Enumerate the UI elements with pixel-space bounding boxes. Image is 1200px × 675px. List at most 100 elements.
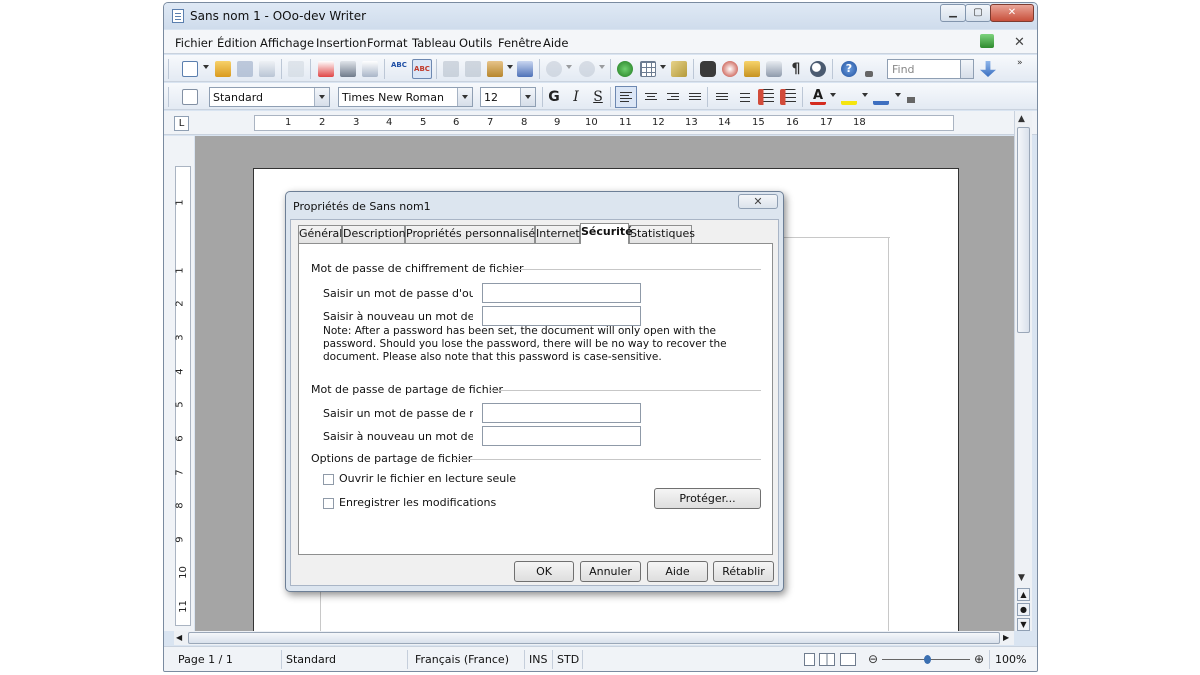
font-color-dropdown-arrow[interactable] bbox=[830, 93, 836, 97]
show-draw-functions-icon[interactable] bbox=[671, 61, 687, 77]
redo-icon[interactable] bbox=[579, 61, 595, 77]
vertical-ruler[interactable]: 1 1 2 3 4 5 6 7 8 9 10 11 bbox=[175, 166, 191, 626]
background-color-dropdown-arrow[interactable] bbox=[895, 93, 901, 97]
styles-formatting-icon[interactable] bbox=[182, 89, 198, 105]
scroll-right-icon[interactable]: ▶ bbox=[1003, 633, 1009, 642]
undo-icon[interactable] bbox=[546, 61, 562, 77]
increase-indent-icon[interactable] bbox=[780, 89, 796, 105]
menu-aide[interactable]: Aide bbox=[543, 36, 568, 50]
help-icon[interactable]: ? bbox=[841, 61, 857, 77]
scroll-up-icon[interactable]: ▲ bbox=[1018, 114, 1025, 124]
hyperlink-icon[interactable] bbox=[617, 61, 633, 77]
help-button[interactable]: Aide bbox=[647, 561, 708, 582]
menu-tableau[interactable]: Tableau bbox=[412, 36, 456, 50]
scroll-thumb[interactable] bbox=[1017, 127, 1030, 333]
next-page-icon[interactable]: ▼ bbox=[1017, 618, 1030, 631]
tab-custom-properties[interactable]: Propriétés personnalisées bbox=[405, 225, 548, 243]
find-next-icon[interactable] bbox=[980, 61, 996, 77]
confirm-modify-password-input[interactable] bbox=[482, 426, 641, 446]
redo-dropdown-arrow[interactable] bbox=[599, 65, 605, 69]
autospellcheck-icon[interactable]: ABC bbox=[412, 59, 432, 79]
paragraph-style-select[interactable]: Standard bbox=[209, 87, 330, 107]
horizontal-ruler[interactable]: 1 2 3 4 5 6 7 8 9 10 11 12 13 14 15 16 1… bbox=[254, 115, 954, 131]
new-dropdown-arrow[interactable] bbox=[203, 65, 209, 69]
cut-icon[interactable] bbox=[443, 61, 459, 77]
zoom-slider-thumb[interactable] bbox=[924, 655, 931, 664]
toolbar-more-icon[interactable]: » bbox=[1017, 58, 1023, 68]
underline-button[interactable]: S bbox=[588, 87, 608, 107]
save-icon[interactable] bbox=[237, 61, 253, 77]
cancel-button[interactable]: Annuler bbox=[580, 561, 641, 582]
align-left-button[interactable] bbox=[615, 86, 637, 108]
chevron-down-icon[interactable] bbox=[457, 88, 472, 106]
chevron-down-icon[interactable] bbox=[314, 88, 329, 106]
decrease-indent-icon[interactable] bbox=[758, 89, 774, 105]
readonly-label[interactable]: Ouvrir le fichier en lecture seule bbox=[339, 472, 516, 485]
export-pdf-icon[interactable] bbox=[318, 61, 334, 77]
book-view-icon[interactable] bbox=[840, 653, 856, 666]
font-size-select[interactable]: 12 bbox=[480, 87, 536, 107]
readonly-checkbox[interactable] bbox=[323, 474, 334, 485]
numbering-button[interactable] bbox=[712, 87, 732, 107]
bullets-button[interactable] bbox=[734, 87, 754, 107]
tab-statistiques[interactable]: Statistiques bbox=[629, 225, 695, 243]
tab-securite[interactable]: Sécurité bbox=[580, 223, 633, 244]
paste-dropdown-arrow[interactable] bbox=[507, 65, 513, 69]
maximize-button[interactable]: ▢ bbox=[965, 4, 991, 22]
menu-affichage[interactable]: Affichage bbox=[260, 36, 314, 50]
toolbar-overflow-icon[interactable] bbox=[865, 71, 873, 77]
tab-description[interactable]: Description bbox=[342, 225, 406, 243]
multi-page-view-icon[interactable] bbox=[819, 653, 835, 666]
clone-formatting-icon[interactable] bbox=[517, 61, 533, 77]
highlighting-icon[interactable] bbox=[841, 89, 857, 105]
italic-button[interactable]: I bbox=[566, 87, 586, 107]
confirm-open-password-input[interactable] bbox=[482, 306, 641, 326]
menu-insertion[interactable]: Insertion bbox=[316, 36, 367, 50]
close-document-icon[interactable]: ✕ bbox=[1014, 35, 1025, 50]
email-document-icon[interactable] bbox=[259, 61, 275, 77]
highlighting-dropdown-arrow[interactable] bbox=[862, 93, 868, 97]
edit-file-icon[interactable] bbox=[288, 61, 304, 77]
reset-button[interactable]: Rétablir bbox=[713, 561, 774, 582]
menu-fenetre[interactable]: Fenêtre bbox=[498, 36, 541, 50]
toolbar-overflow-icon[interactable] bbox=[907, 97, 915, 103]
record-changes-checkbox[interactable] bbox=[323, 498, 334, 509]
vertical-scrollbar[interactable]: ▲ ▼ ▲ ● ▼ bbox=[1014, 111, 1032, 631]
zoom-percent[interactable]: 100% bbox=[995, 653, 1026, 666]
find-dropdown-button[interactable] bbox=[960, 59, 974, 79]
minimize-button[interactable]: ▁ bbox=[940, 4, 966, 22]
menu-format[interactable]: Format bbox=[367, 36, 408, 50]
dialog-close-button[interactable]: ✕ bbox=[738, 194, 778, 209]
new-document-icon[interactable] bbox=[182, 61, 198, 77]
formatting-marks-icon[interactable]: ¶ bbox=[788, 61, 804, 77]
page-style[interactable]: Standard bbox=[286, 653, 336, 666]
navigation-icon[interactable]: ● bbox=[1017, 603, 1030, 616]
font-name-select[interactable]: Times New Roman bbox=[338, 87, 473, 107]
open-folder-icon[interactable] bbox=[215, 61, 231, 77]
close-window-button[interactable]: ✕ bbox=[990, 4, 1034, 22]
previous-page-icon[interactable]: ▲ bbox=[1017, 588, 1030, 601]
align-center-button[interactable] bbox=[641, 87, 661, 107]
menu-edition[interactable]: Édition bbox=[217, 36, 257, 50]
scroll-down-icon[interactable]: ▼ bbox=[1018, 573, 1025, 583]
insert-mode[interactable]: INS bbox=[529, 653, 547, 666]
paste-icon[interactable] bbox=[487, 61, 503, 77]
page-count[interactable]: Page 1 / 1 bbox=[178, 653, 233, 666]
modify-password-input[interactable] bbox=[482, 403, 641, 423]
table-icon[interactable] bbox=[640, 61, 656, 77]
record-changes-label[interactable]: Enregistrer les modifications bbox=[339, 496, 496, 509]
copy-icon[interactable] bbox=[465, 61, 481, 77]
selection-mode[interactable]: STD bbox=[557, 653, 579, 666]
font-color-icon[interactable]: A bbox=[810, 89, 826, 105]
open-password-input[interactable] bbox=[482, 283, 641, 303]
justify-button[interactable] bbox=[685, 87, 705, 107]
scroll-left-icon[interactable]: ◀ bbox=[176, 633, 182, 642]
language[interactable]: Français (France) bbox=[415, 653, 509, 666]
tab-internet[interactable]: Internet bbox=[535, 225, 580, 243]
background-color-icon[interactable] bbox=[873, 89, 889, 105]
table-dropdown-arrow[interactable] bbox=[660, 65, 666, 69]
ok-button[interactable]: OK bbox=[514, 561, 574, 582]
horizontal-scrollbar[interactable]: ◀ ▶ bbox=[174, 631, 1014, 645]
tab-stop-selector[interactable]: L bbox=[174, 116, 189, 131]
align-right-button[interactable] bbox=[663, 87, 683, 107]
